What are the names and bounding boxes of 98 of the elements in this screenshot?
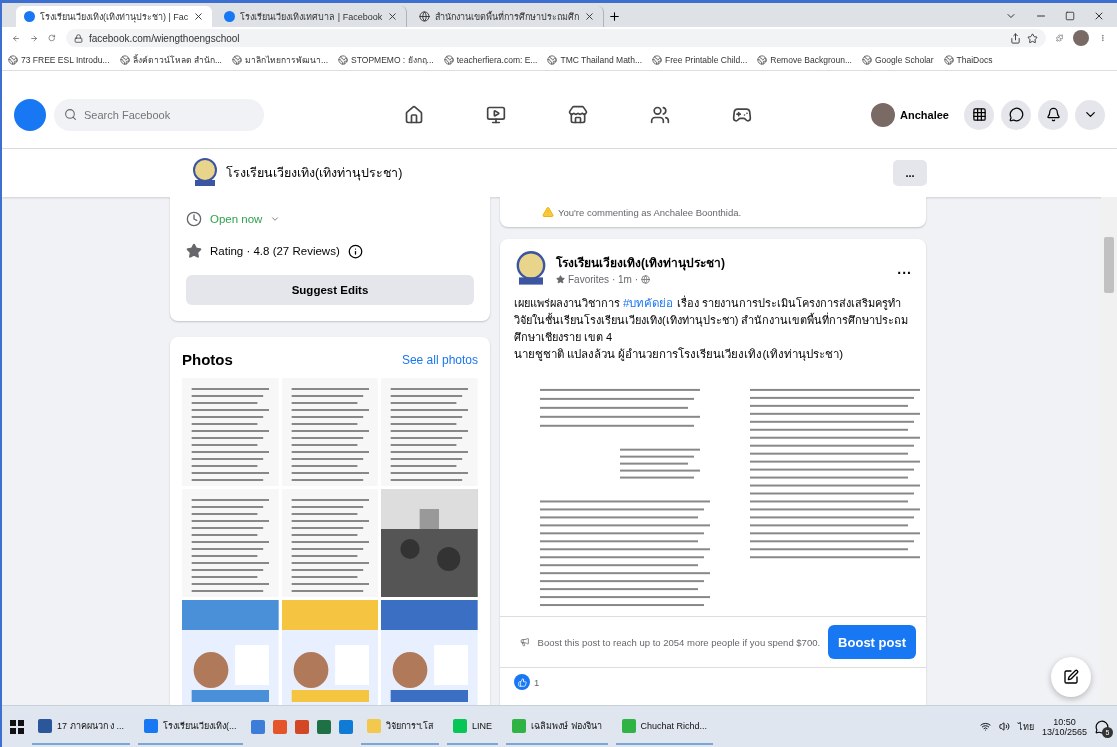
- facebook-icon: [224, 11, 236, 22]
- page-name: โรงเรียนเวียงเทิง(เทิงท่านุประชา): [226, 165, 403, 183]
- bookmark[interactable]: TMC Thailand Math...: [547, 54, 643, 65]
- post-meta: Favorites · 1m ·: [568, 274, 638, 285]
- globe-icon: [943, 54, 954, 65]
- bell-icon: [1045, 107, 1061, 122]
- boost-post-button[interactable]: Boost post: [828, 625, 916, 659]
- taskbar-app[interactable]: วิจัยการฯ.โส: [360, 708, 440, 745]
- scrollbar[interactable]: [1101, 197, 1117, 705]
- app-icon[interactable]: [338, 719, 353, 734]
- bookmark[interactable]: ลิ้งค์ดาวน์โหลด สำนัก...: [119, 52, 222, 67]
- globe-icon: [338, 54, 349, 65]
- suggest-edits-button[interactable]: Suggest Edits: [186, 275, 474, 305]
- taskbar-app[interactable]: 17 ภาคผนวก ง ...: [32, 708, 130, 745]
- bookmark[interactable]: มาลิกไทยการพัฒนา...: [231, 52, 329, 67]
- profile-button[interactable]: Anchalee: [871, 102, 949, 127]
- globe-icon: [119, 54, 130, 65]
- bookmark[interactable]: Free Printable Child...: [652, 54, 748, 65]
- share-icon[interactable]: [1009, 32, 1021, 44]
- app-icon[interactable]: [272, 719, 287, 734]
- messenger-button[interactable]: [1001, 99, 1031, 130]
- lock-icon: [73, 33, 83, 43]
- globe-icon: [757, 54, 768, 65]
- app-icon[interactable]: [250, 719, 265, 734]
- video-icon[interactable]: [486, 104, 506, 125]
- search-field[interactable]: Search Facebook: [54, 98, 264, 131]
- taskbar-app[interactable]: โรงเรียนเวียงเทิง(...: [138, 708, 243, 745]
- warning-icon: [542, 206, 554, 218]
- star-icon[interactable]: [1026, 32, 1038, 44]
- menu-button[interactable]: [964, 99, 994, 130]
- hashtag-link[interactable]: #บทคัดย่อ: [623, 297, 674, 309]
- post-signature: นายชูชาติ แปลงล้วน ผู้อำนวยการโรงเรียนเวียงเทิง(เทิงท่านุประชา): [514, 346, 845, 363]
- like-icon: [514, 674, 530, 690]
- facebook-icon: [24, 11, 35, 22]
- reload-icon[interactable]: [48, 32, 56, 44]
- globe-icon: [231, 54, 242, 65]
- app-icon[interactable]: [294, 719, 309, 734]
- globe-icon: [419, 11, 431, 22]
- more-button[interactable]: ...: [893, 160, 927, 186]
- home-icon[interactable]: [404, 104, 424, 125]
- clock-icon: [186, 211, 202, 227]
- rating-text: Rating · 4.8 (27 Reviews): [210, 245, 340, 257]
- globe-icon: [862, 54, 872, 65]
- bookmark[interactable]: Google Scholar: [862, 54, 934, 65]
- wifi-icon[interactable]: [979, 721, 991, 732]
- taskbar-app[interactable]: LINE: [447, 708, 499, 745]
- bookmark[interactable]: teacherfiera.com: E...: [443, 54, 538, 65]
- address-bar[interactable]: facebook.com/wiengthoengschool: [65, 29, 1046, 47]
- clock-time[interactable]: 10:50: [1053, 716, 1076, 727]
- compose-icon: [1063, 669, 1079, 685]
- clock-date[interactable]: 13/10/2565: [1041, 726, 1087, 737]
- close-icon[interactable]: [1093, 10, 1105, 22]
- star-icon: [556, 275, 565, 284]
- speaker-icon[interactable]: [998, 721, 1010, 732]
- bookmark[interactable]: 73 FREE ESL Introdu...: [8, 54, 110, 65]
- like-count[interactable]: 1: [534, 676, 540, 688]
- bookmark[interactable]: STOPMEMO : ยังกฤ...: [338, 52, 434, 67]
- new-tab-icon[interactable]: [608, 10, 622, 23]
- close-icon[interactable]: [193, 11, 205, 22]
- bookmark[interactable]: ThaiDocs: [943, 54, 993, 65]
- app-icon[interactable]: [316, 719, 331, 734]
- browser-tab[interactable]: โรงเรียนเวียงเทิง(เทิงท่านุประชา) | Fac: [16, 6, 213, 27]
- info-icon[interactable]: [347, 243, 363, 259]
- bookmark[interactable]: Remove Backgroun...: [757, 54, 852, 65]
- language-indicator[interactable]: ไทย: [1017, 719, 1034, 734]
- globe-icon: [641, 275, 650, 284]
- school-logo[interactable]: [514, 251, 548, 287]
- profile-avatar[interactable]: [1073, 30, 1090, 46]
- groups-icon[interactable]: [650, 104, 670, 125]
- globe-icon: [8, 54, 18, 65]
- photos-title: Photos: [182, 351, 233, 368]
- notification-icon[interactable]: [1095, 719, 1109, 734]
- new-message-button[interactable]: [1051, 657, 1091, 697]
- store-icon[interactable]: [568, 104, 588, 125]
- post-text: เผยแพร่ผลงานวิชาการ #บทคัดย่อ เรื่อง รายงานการประเมินโครงการส่งเสริมครูทำวิจัยในชั้นเรียนโรงเรียนเวียงเทิง(เทิงท่านุประชา) สำนักงานเขตพื้นที่การศึกษาประถมศึกษาเชียงราย เขต 4: [514, 295, 910, 345]
- globe-icon: [443, 54, 454, 65]
- messenger-icon: [1008, 107, 1024, 122]
- taskbar-app[interactable]: Chuchat Richd...: [615, 708, 714, 745]
- grid-icon: [971, 107, 987, 122]
- school-logo: [192, 158, 218, 188]
- globe-icon: [652, 54, 663, 65]
- globe-icon: [547, 54, 558, 65]
- comment-notice: You're commenting as Anchalee Boonthida.: [558, 206, 742, 218]
- puzzle-icon[interactable]: [1055, 32, 1064, 44]
- notifications-button[interactable]: [1038, 99, 1068, 130]
- boost-text: Boost this post to reach up to 2054 more people if you spend $700.: [537, 636, 821, 648]
- post-author[interactable]: โรงเรียนเวียงเทิง(เทิงท่านุประชา): [556, 253, 890, 272]
- maximize-icon[interactable]: [1065, 11, 1075, 21]
- search-icon: [64, 107, 77, 121]
- chevron-down-icon[interactable]: [270, 214, 281, 224]
- close-icon[interactable]: [584, 11, 596, 22]
- windows-icon[interactable]: [10, 719, 24, 734]
- see-all-photos-link[interactable]: See all photos: [401, 352, 478, 367]
- star-icon: [186, 243, 202, 259]
- taskbar-app[interactable]: เฉลิมพงษ์ ฟองจินา: [506, 708, 608, 745]
- facebook-logo[interactable]: [14, 98, 46, 131]
- more-button[interactable]: ...: [897, 261, 912, 277]
- close-icon[interactable]: [387, 11, 399, 22]
